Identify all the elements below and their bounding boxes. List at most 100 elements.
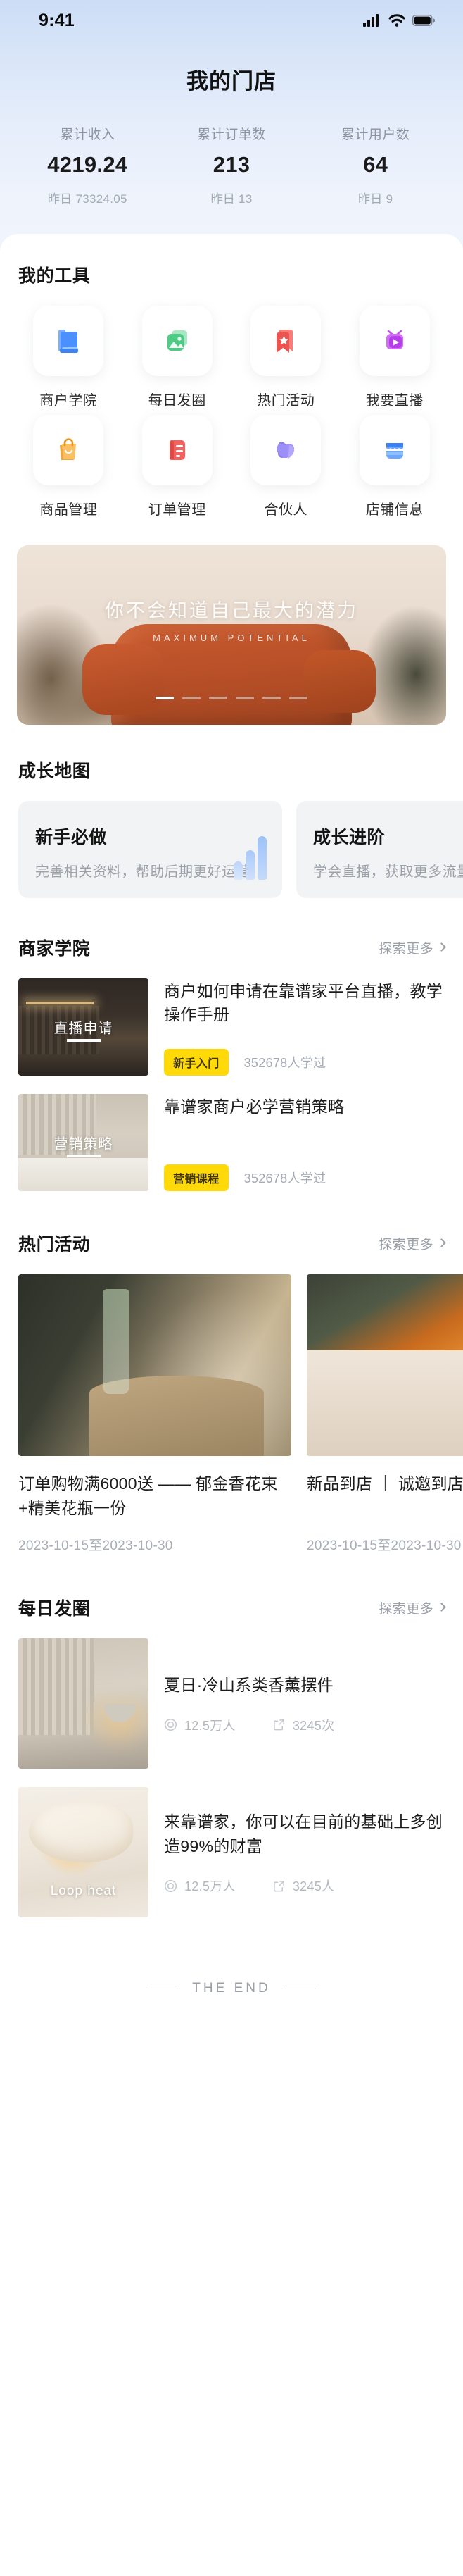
growth-card-beginner[interactable]: 新手必做 完善相关资料，帮助后期更好运营 (18, 801, 282, 898)
post-shares: 3245次 (272, 1716, 335, 1734)
tool-tile[interactable] (250, 306, 322, 376)
tool-label: 我要直播 (365, 393, 424, 409)
banner-dot[interactable] (156, 697, 174, 699)
tool-item-store-info[interactable]: 店铺信息 (341, 415, 450, 518)
course-thumbnail: 营销策略 (18, 1094, 148, 1191)
tool-item-product-manage[interactable]: 商品管理 (14, 415, 123, 518)
tool-tile[interactable] (359, 306, 430, 376)
share-arrow-icon (273, 1880, 284, 1891)
banner-dot[interactable] (236, 697, 254, 699)
promo-banner[interactable]: 你不会知道自己最大的潜力 MAXIMUM POTENTIAL (17, 545, 446, 725)
course-item-marketing[interactable]: 营销策略 靠谱家商户必学营销策略 营销课程 352678人学过 (0, 1076, 463, 1191)
header-gradient: 9:41 我的门店 累计收入 4219.24 昨日 73324.05 累计订单数… (0, 0, 463, 262)
shopping-bag-icon (60, 438, 77, 460)
thumbnail-underline (66, 1038, 101, 1042)
status-bar-time: 9:41 (39, 10, 75, 30)
banner-subtitle: MAXIMUM POTENTIAL (153, 633, 310, 644)
hot-activity-image (18, 1274, 291, 1456)
course-body: 商户如何申请在靠谱家平台直播，教学操作手册 新手入门 352678人学过 (164, 978, 445, 1076)
hot-activity-card[interactable]: 新品到店 ｜ 诚邀到店体验 2023-10-15至2023-10-30 (307, 1274, 463, 1554)
stat-label: 累计用户数 (341, 127, 410, 142)
wifi-icon (388, 14, 405, 27)
tool-tile[interactable] (33, 415, 104, 485)
banner-dot[interactable] (209, 697, 227, 699)
chevron-right-icon (437, 1603, 446, 1612)
course-thumbnail-caption: 直播申请 (53, 1021, 113, 1037)
academy-more-link[interactable]: 探索更多 (379, 938, 446, 957)
banner-dot[interactable] (262, 697, 281, 699)
hot-card-scroller[interactable]: 订单购物满6000送 —— 郁金香花束+精美花瓶一份 2023-10-15至20… (0, 1256, 463, 1554)
hot-more-link[interactable]: 探索更多 (379, 1234, 446, 1253)
academy-section-header: 商家学院 探索更多 (0, 898, 463, 960)
tool-label: 热门活动 (257, 393, 315, 409)
tools-section-header: 我的工具 (0, 234, 463, 287)
thumbnail-underline (66, 1154, 101, 1157)
banner-pagination-dots[interactable] (17, 697, 446, 699)
growth-card-title: 新手必做 (35, 828, 108, 847)
daily-title: 每日发圈 (18, 1599, 91, 1619)
order-doc-icon (169, 440, 185, 460)
course-learner-count: 352678人学过 (243, 1171, 326, 1186)
post-shares-value: 3245人 (292, 1879, 335, 1893)
stat-card-users[interactable]: 累计用户数 64 昨日 9 (303, 127, 448, 206)
course-body: 靠谱家商户必学营销策略 营销课程 352678人学过 (164, 1094, 445, 1191)
hot-activity-text: 订单购物满6000送 —— 郁金香花束+精美花瓶一份 (18, 1474, 278, 1517)
daily-post-item[interactable]: 夏日·冷山系类香薰摆件 12.5万人 3245次 (0, 1620, 463, 1769)
tool-item-order-manage[interactable]: 订单管理 (123, 415, 232, 518)
growth-card-scroller[interactable]: 新手必做 完善相关资料，帮助后期更好运营 成长进阶 学会直播，获取更多流量 (0, 783, 463, 898)
course-title: 靠谱家商户必学营销策略 (164, 1097, 345, 1116)
share-arrow-icon (273, 1719, 284, 1731)
tool-label: 每日发圈 (148, 393, 206, 409)
banner-title: 你不会知道自己最大的潜力 (105, 600, 358, 622)
tool-tile[interactable] (141, 415, 213, 485)
bar-chart-icon (234, 836, 267, 880)
tool-item-merchant-academy[interactable]: 商户学院 (14, 306, 123, 409)
tool-tile[interactable] (141, 306, 213, 376)
stats-row: 累计收入 4219.24 昨日 73324.05 累计订单数 213 昨日 13… (0, 95, 463, 206)
page-title: 我的门店 (186, 69, 277, 94)
course-tag: 营销课程 (164, 1164, 229, 1191)
tool-item-go-live[interactable]: 我要直播 (341, 306, 450, 409)
stat-card-revenue[interactable]: 累计收入 4219.24 昨日 73324.05 (15, 127, 160, 206)
tool-item-partner[interactable]: 合伙人 (231, 415, 341, 518)
end-of-list-divider: THE END (0, 1917, 463, 2081)
stat-subtext: 昨日 9 (357, 192, 393, 206)
course-meta: 营销课程 352678人学过 (164, 1164, 445, 1191)
banner-text-overlay: 你不会知道自己最大的潜力 MAXIMUM POTENTIAL (17, 595, 446, 643)
bookmark-star-icon (277, 330, 293, 353)
course-thumbnail-caption: 营销策略 (53, 1136, 113, 1152)
eye-view-icon (164, 1719, 177, 1731)
daily-post-item[interactable]: Loop heat 来靠谱家，你可以在目前的基础上多创造99%的财富 12.5万… (0, 1769, 463, 1917)
tool-tile[interactable] (33, 306, 104, 376)
tool-item-hot-activity[interactable]: 热门活动 (231, 306, 341, 409)
app-screen: 9:41 我的门店 累计收入 4219.24 昨日 73324.05 累计订单数… (0, 0, 463, 2576)
growth-card-advanced[interactable]: 成长进阶 学会直播，获取更多流量 (296, 801, 463, 898)
growth-card-subtitle: 完善相关资料，帮助后期更好运营 (35, 864, 250, 880)
post-thumbnail-caption: Loop heat (50, 1884, 117, 1898)
storefront-icon (386, 443, 403, 459)
post-thumbnail: Loop heat (18, 1787, 148, 1917)
tool-tile[interactable] (250, 415, 322, 485)
tool-item-daily-post[interactable]: 每日发圈 (123, 306, 232, 409)
stat-value: 213 (213, 151, 250, 177)
stat-card-orders[interactable]: 累计订单数 213 昨日 13 (160, 127, 304, 206)
books-icon (58, 330, 79, 353)
hot-more-label: 探索更多 (379, 1237, 433, 1252)
growth-card-title: 成长进阶 (313, 828, 386, 847)
hot-activity-card[interactable]: 订单购物满6000送 —— 郁金香花束+精美花瓶一份 2023-10-15至20… (18, 1274, 291, 1554)
tools-title: 我的工具 (18, 266, 91, 286)
tool-tile[interactable] (359, 415, 430, 485)
growth-card-subtitle: 学会直播，获取更多流量 (313, 864, 463, 880)
stat-label: 累计订单数 (197, 127, 266, 142)
banner-dot[interactable] (182, 697, 201, 699)
stat-subtext: 昨日 73324.05 (47, 192, 127, 206)
daily-more-link[interactable]: 探索更多 (379, 1598, 446, 1617)
course-item-live-apply[interactable]: 直播申请 商户如何申请在靠谱家平台直播，教学操作手册 新手入门 352678人学… (0, 960, 463, 1076)
tool-label: 订单管理 (148, 502, 206, 518)
course-meta: 新手入门 352678人学过 (164, 1049, 445, 1076)
eye-view-icon (164, 1879, 177, 1892)
tool-label: 合伙人 (264, 502, 307, 518)
partner-heart-icon (277, 442, 295, 459)
banner-dot[interactable] (289, 697, 307, 699)
daily-section-header: 每日发圈 探索更多 (0, 1554, 463, 1620)
